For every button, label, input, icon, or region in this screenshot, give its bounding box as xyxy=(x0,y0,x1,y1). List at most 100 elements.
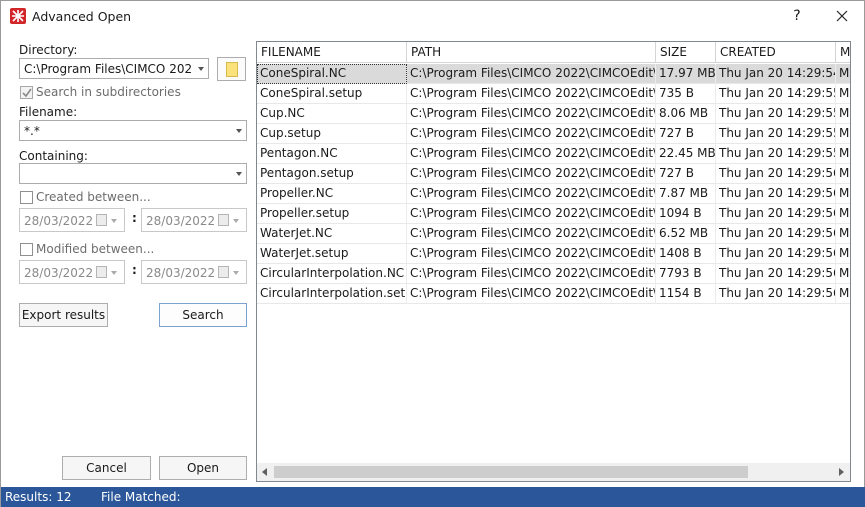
containing-combobox[interactable] xyxy=(19,163,247,184)
column-header-created[interactable]: CREATED xyxy=(716,42,836,63)
cell-modified: M xyxy=(836,164,850,184)
cell-filename: ConeSpiral.NC xyxy=(257,64,407,84)
cell-size: 8.06 MB xyxy=(656,104,716,124)
column-header-modified[interactable]: M xyxy=(836,42,850,63)
cell-path: C:\Program Files\CIMCO 2022\CIMCOEdit\S.… xyxy=(407,124,656,144)
cell-modified: M xyxy=(836,284,850,304)
table-row[interactable]: CircularInterpolation.setup C:\Program Fi… xyxy=(257,284,850,304)
search-subdirectories-checkbox[interactable] xyxy=(20,86,33,99)
cell-created: Thu Jan 20 14:29:55 ... xyxy=(716,124,836,144)
filename-value: *.* xyxy=(24,124,40,138)
table-row[interactable]: Pentagon.NC C:\Program Files\CIMCO 2022\C… xyxy=(257,144,850,164)
calendar-icon xyxy=(96,266,107,278)
scroll-right-icon[interactable] xyxy=(839,468,844,476)
cell-path: C:\Program Files\CIMCO 2022\CIMCOEdit\S.… xyxy=(407,144,656,164)
directory-combobox[interactable]: C:\Program Files\CIMCO 2022\ xyxy=(19,58,209,79)
cell-created: Thu Jan 20 14:29:55 ... xyxy=(716,84,836,104)
table-row[interactable]: WaterJet.setup C:\Program Files\CIMCO 202… xyxy=(257,244,850,264)
table-row[interactable]: Propeller.setup C:\Program Files\CIMCO 20… xyxy=(257,204,850,224)
chevron-down-icon xyxy=(111,271,117,275)
title-bar[interactable]: Advanced Open ? xyxy=(1,1,864,32)
range-separator: : xyxy=(132,211,137,225)
created-from-value: 28/03/2022 xyxy=(24,214,94,228)
modified-to-date[interactable]: 28/03/2022 xyxy=(141,260,247,284)
cell-filename: Propeller.NC xyxy=(257,184,407,204)
modified-between-checkbox[interactable] xyxy=(20,243,33,256)
cell-filename: CircularInterpolation.setup xyxy=(257,284,407,304)
modified-from-value: 28/03/2022 xyxy=(24,266,94,280)
cell-created: Thu Jan 20 14:29:55 ... xyxy=(716,104,836,124)
cell-path: C:\Program Files\CIMCO 2022\CIMCOEdit\S.… xyxy=(407,244,656,264)
cell-filename: CircularInterpolation.NC xyxy=(257,264,407,284)
cell-size: 1094 B xyxy=(656,204,716,224)
open-button[interactable]: Open xyxy=(159,456,247,480)
cell-path: C:\Program Files\CIMCO 2022\CIMCOEdit\S.… xyxy=(407,104,656,124)
cell-path: C:\Program Files\CIMCO 2022\CIMCOEdit\S.… xyxy=(407,224,656,244)
cell-size: 7793 B xyxy=(656,264,716,284)
export-results-button[interactable]: Export results xyxy=(19,303,108,327)
cell-size: 17.97 MB xyxy=(656,64,716,84)
table-row[interactable]: ConeSpiral.NC C:\Program Files\CIMCO 2022… xyxy=(257,64,850,84)
cell-size: 1154 B xyxy=(656,284,716,304)
table-row[interactable]: Cup.NC C:\Program Files\CIMCO 2022\CIMCOE… xyxy=(257,104,850,124)
modified-from-date[interactable]: 28/03/2022 xyxy=(19,260,125,284)
cancel-button[interactable]: Cancel xyxy=(62,456,151,480)
checkmark-icon xyxy=(22,88,32,98)
containing-label: Containing: xyxy=(19,149,88,163)
modified-to-value: 28/03/2022 xyxy=(146,266,216,280)
cell-modified: M xyxy=(836,204,850,224)
created-to-value: 28/03/2022 xyxy=(146,214,216,228)
search-button[interactable]: Search xyxy=(159,303,247,327)
table-row[interactable]: Pentagon.setup C:\Program Files\CIMCO 202… xyxy=(257,164,850,184)
filename-label: Filename: xyxy=(19,105,78,119)
advanced-open-dialog: Advanced Open ? Directory: C:\Program Fi… xyxy=(0,0,865,507)
status-bar: Results: 12 File Matched: xyxy=(1,487,865,507)
window-title: Advanced Open xyxy=(32,9,132,24)
column-header-size[interactable]: SIZE xyxy=(656,42,716,63)
cell-filename: Propeller.setup xyxy=(257,204,407,224)
directory-label: Directory: xyxy=(19,43,78,57)
scroll-left-icon[interactable] xyxy=(262,468,267,476)
cell-filename: ConeSpiral.setup xyxy=(257,84,407,104)
cell-filename: Cup.NC xyxy=(257,104,407,124)
cell-modified: M xyxy=(836,104,850,124)
cell-modified: M xyxy=(836,224,850,244)
range-separator: : xyxy=(132,263,137,277)
cell-size: 727 B xyxy=(656,164,716,184)
created-between-label: Created between... xyxy=(36,190,151,204)
browse-folder-button[interactable] xyxy=(217,57,246,81)
table-row[interactable]: Propeller.NC C:\Program Files\CIMCO 2022\… xyxy=(257,184,850,204)
cell-created: Thu Jan 20 14:29:56 ... xyxy=(716,264,836,284)
cell-modified: M xyxy=(836,84,850,104)
help-button[interactable]: ? xyxy=(783,5,811,27)
directory-value: C:\Program Files\CIMCO 2022\ xyxy=(24,62,192,76)
created-from-date[interactable]: 28/03/2022 xyxy=(19,208,125,232)
cell-created: Thu Jan 20 14:29:56 ... xyxy=(716,204,836,224)
calendar-icon xyxy=(218,214,229,226)
horizontal-scrollbar[interactable] xyxy=(257,463,850,481)
cell-filename: Pentagon.NC xyxy=(257,144,407,164)
column-header-filename[interactable]: FILENAME xyxy=(257,42,407,63)
chevron-down-icon xyxy=(233,271,239,275)
column-header-path[interactable]: PATH xyxy=(407,42,656,63)
cell-modified: M xyxy=(836,244,850,264)
scrollbar-thumb[interactable] xyxy=(274,466,748,478)
cell-created: Thu Jan 20 14:29:56 ... xyxy=(716,164,836,184)
results-count: Results: 12 xyxy=(5,490,72,504)
cimco-app-icon xyxy=(10,8,26,24)
created-to-date[interactable]: 28/03/2022 xyxy=(141,208,247,232)
modified-between-label: Modified between... xyxy=(36,242,155,256)
created-between-checkbox[interactable] xyxy=(20,191,33,204)
calendar-icon xyxy=(96,214,107,226)
cell-filename: WaterJet.NC xyxy=(257,224,407,244)
cell-size: 22.45 MB xyxy=(656,144,716,164)
close-button[interactable] xyxy=(827,5,857,27)
results-table[interactable]: FILENAME PATH SIZE CREATED M ConeSpiral.NC C:… xyxy=(256,41,851,482)
table-row[interactable]: CircularInterpolation.NC C:\Program Files… xyxy=(257,264,850,284)
table-header: FILENAME PATH SIZE CREATED M xyxy=(257,42,850,63)
table-row[interactable]: WaterJet.NC C:\Program Files\CIMCO 2022\C… xyxy=(257,224,850,244)
filename-combobox[interactable]: *.* xyxy=(19,120,247,141)
table-row[interactable]: Cup.setup C:\Program Files\CIMCO 2022\CIM… xyxy=(257,124,850,144)
table-row[interactable]: ConeSpiral.setup C:\Program Files\CIMCO 2… xyxy=(257,84,850,104)
chevron-down-icon xyxy=(236,172,242,176)
